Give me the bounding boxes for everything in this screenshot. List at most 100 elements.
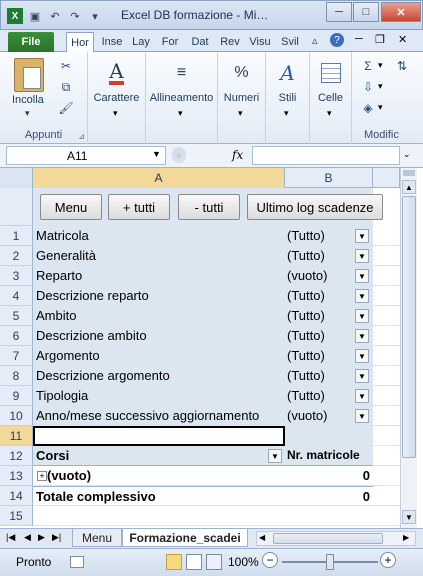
row-header[interactable]: 1 [0,226,33,246]
customize-qat-icon[interactable]: ▾ [87,8,103,24]
workbook-close-icon[interactable]: ✕ [398,33,407,46]
horizontal-scrollbar[interactable]: ◀ ▶ [256,531,416,546]
percent-icon[interactable]: % [226,58,258,88]
name-box[interactable]: A11 [6,146,166,165]
macro-record-icon[interactable] [70,556,84,568]
row-header[interactable]: 5 [0,306,33,326]
row-header[interactable]: 3 [0,266,33,286]
minimize-button[interactable]: ─ [326,2,352,22]
last-log-button[interactable]: Ultimo log scadenze [247,194,383,220]
sheet-tab-active[interactable]: Formazione_scadei [122,529,248,547]
grand-total-value[interactable]: 0 [285,486,373,506]
redo-icon[interactable]: ↷ [67,8,83,24]
tab-review[interactable]: Rev [217,32,243,52]
alignment-button-label[interactable]: Allineamento [146,92,217,104]
hscroll-thumb[interactable] [273,533,383,544]
format-painter-icon[interactable]: 🖌 [58,100,74,116]
expand-all-button[interactable]: + tutti [108,194,170,220]
page-layout-icon[interactable] [186,554,202,570]
close-button[interactable]: ✕ [381,2,421,22]
paste-icon[interactable] [14,58,44,92]
tab-developer[interactable]: Svil [277,32,303,52]
copy-icon[interactable]: ⧉ [58,79,74,95]
workbook-restore-icon[interactable]: ❐ [375,33,385,46]
font-icon[interactable]: A [101,58,133,88]
row-header[interactable]: 7 [0,346,33,366]
filter-dropdown-icon[interactable]: ▼ [355,389,369,403]
pivot-row-value[interactable]: 0 [285,466,373,486]
row-header-selected[interactable]: 11 [0,426,33,446]
column-header-c[interactable] [373,168,400,188]
filter-dropdown-icon[interactable]: ▼ [355,269,369,283]
row-header[interactable]: 10 [0,406,33,426]
cut-icon[interactable]: ✂ [58,58,74,74]
filter-dropdown-icon[interactable]: ▼ [355,409,369,423]
row-header[interactable]: 6 [0,326,33,346]
expand-formula-bar-icon[interactable]: ⌄ [403,149,411,160]
collapse-all-button[interactable]: - tutti [178,194,240,220]
styles-icon[interactable]: A [272,58,304,88]
row-header[interactable]: 2 [0,246,33,266]
first-sheet-icon[interactable]: |◀ [6,532,15,543]
row-header[interactable]: 4 [0,286,33,306]
insert-function-icon[interactable]: fx [232,148,243,162]
tab-layout[interactable]: Lay [128,32,154,52]
tab-formulas[interactable]: For [157,32,183,52]
grand-total-label[interactable]: Totale complessivo [33,486,285,506]
row-labels-dropdown-icon[interactable]: ▼ [268,449,282,463]
scroll-thumb[interactable] [402,196,416,458]
row-header[interactable]: 13 [0,466,33,486]
selected-cell-a11[interactable] [33,426,285,446]
filter-dropdown-icon[interactable]: ▼ [355,349,369,363]
filter-label[interactable]: Anno/mese successivo aggiornamento [33,406,285,426]
filter-label[interactable]: Descrizione reparto [33,286,285,306]
excel-logo-icon[interactable]: X [7,8,23,24]
filter-label[interactable]: Descrizione argomento [33,366,285,386]
filter-dropdown-icon[interactable]: ▼ [355,309,369,323]
autosum-icon[interactable]: Σ [360,58,376,74]
next-sheet-icon[interactable]: ▶ [38,532,45,543]
prev-sheet-icon[interactable]: ◀ [24,532,31,543]
styles-button-label[interactable]: Stili [266,92,309,104]
filter-label[interactable]: Reparto [33,266,285,286]
filter-dropdown-icon[interactable]: ▼ [355,249,369,263]
filter-label[interactable]: Tipologia [33,386,285,406]
row-header[interactable]: 12 [0,446,33,466]
last-sheet-icon[interactable]: ▶| [52,532,61,543]
row-header[interactable]: 14 [0,486,33,506]
row-header[interactable]: 9 [0,386,33,406]
filter-label[interactable]: Matricola [33,226,285,246]
scroll-left-icon[interactable]: ◀ [259,533,265,542]
name-box-dropdown-icon[interactable]: ▼ [152,149,161,159]
filter-dropdown-icon[interactable]: ▼ [355,229,369,243]
column-header-a[interactable]: A [33,168,285,188]
tab-data[interactable]: Dat [187,32,213,52]
cells-button-label[interactable]: Celle [310,92,351,104]
filter-dropdown-icon[interactable]: ▼ [355,289,369,303]
pivot-row-header[interactable]: Corsi [33,446,285,466]
workbook-minimize-icon[interactable]: ─ [355,33,363,45]
number-button-label[interactable]: Numeri [218,92,265,104]
filter-dropdown-icon[interactable]: ▼ [355,329,369,343]
tab-home[interactable]: Hor [66,32,94,52]
tab-insert[interactable]: Inse [98,32,126,52]
scroll-right-icon[interactable]: ▶ [403,533,409,542]
filter-label[interactable]: Ambito [33,306,285,326]
clipboard-dialog-launcher-icon[interactable]: ⊿ [78,132,85,141]
help-icon[interactable]: ? [330,33,344,47]
undo-icon[interactable]: ↶ [47,8,63,24]
zoom-in-icon[interactable]: + [380,552,396,568]
tab-view[interactable]: Visu [247,32,273,52]
alignment-icon[interactable]: ≡ [166,58,198,88]
zoom-slider-thumb[interactable] [326,554,334,570]
select-all-corner[interactable] [0,168,33,188]
row-header[interactable]: 8 [0,366,33,386]
filter-label[interactable]: Descrizione ambito [33,326,285,346]
vertical-scrollbar[interactable]: ▲ ▼ [400,168,417,528]
column-header-b[interactable]: B [285,168,373,188]
filter-label[interactable]: Generalità [33,246,285,266]
split-handle[interactable] [403,170,415,176]
maximize-button[interactable]: □ [353,2,379,22]
pivot-value-header[interactable]: Nr. matricole [285,446,373,466]
filter-dropdown-icon[interactable]: ▼ [355,369,369,383]
